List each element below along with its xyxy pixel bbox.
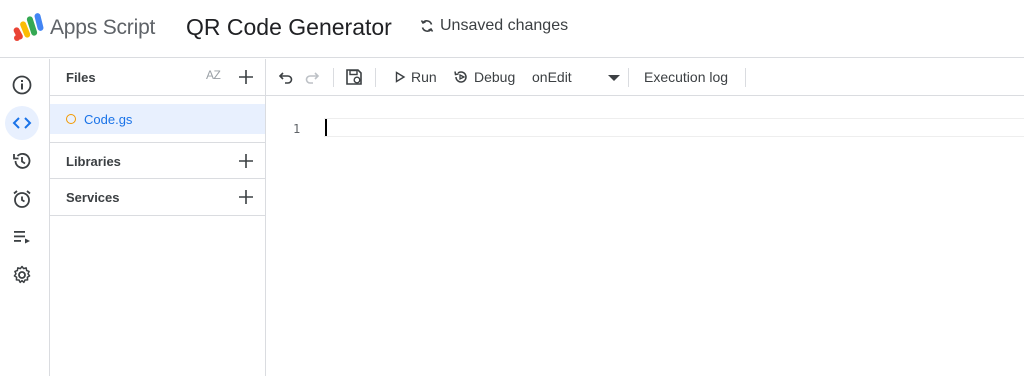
services-label: Services (66, 190, 120, 205)
unsaved-dot-icon (66, 114, 76, 124)
play-icon (395, 71, 406, 83)
rail-item-triggers[interactable] (5, 182, 39, 216)
add-library-button[interactable] (237, 152, 255, 170)
add-file-button[interactable] (237, 68, 255, 86)
save-status: Unsaved changes (420, 17, 568, 35)
redo-icon (305, 72, 320, 84)
libraries-row: Libraries (50, 142, 265, 179)
files-header: Files AZ (50, 59, 265, 96)
toolbar-divider (628, 68, 629, 87)
libraries-label: Libraries (66, 154, 121, 169)
debug-icon (454, 71, 467, 83)
code-icon (12, 117, 32, 129)
history-icon (13, 153, 31, 169)
save-button[interactable] (344, 67, 364, 87)
sync-icon (420, 20, 434, 32)
redo-button[interactable] (302, 67, 322, 87)
rail-item-history[interactable] (5, 144, 39, 178)
add-service-button[interactable] (237, 188, 255, 206)
toolbar-divider (333, 68, 334, 87)
project-title[interactable]: QR Code Generator (186, 14, 392, 41)
services-row: Services (50, 179, 265, 216)
editor-toolbar: Run Debug onEdit Execution log (266, 59, 1024, 96)
file-item-code-gs[interactable]: Code.gs (50, 104, 265, 134)
files-label: Files (66, 70, 96, 85)
files-panel: Files AZ Code.gs Libraries Services (50, 59, 266, 376)
undo-icon (278, 72, 293, 84)
executions-icon (14, 231, 30, 244)
app-name: Apps Script (50, 16, 156, 39)
selected-function: onEdit (532, 69, 572, 85)
toolbar-divider (745, 68, 746, 87)
run-label: Run (411, 69, 437, 85)
rail-item-settings[interactable] (5, 258, 39, 292)
text-cursor (325, 119, 327, 136)
function-select[interactable]: onEdit (532, 69, 620, 87)
current-line-highlight (324, 118, 1024, 137)
rail-item-overview[interactable] (5, 68, 39, 102)
dropdown-caret-icon (608, 75, 620, 81)
run-button[interactable]: Run (394, 69, 437, 85)
rail-item-editor[interactable] (5, 106, 39, 140)
info-icon (12, 75, 32, 95)
line-number: 1 (293, 122, 301, 136)
execution-log-button[interactable]: Execution log (644, 69, 728, 85)
code-editor[interactable]: 1 (266, 96, 1024, 376)
sort-az-icon: AZ (206, 68, 221, 82)
execution-log-label: Execution log (644, 69, 729, 85)
app-header: Apps Script QR Code Generator Unsaved ch… (0, 0, 1024, 58)
debug-label: Debug (474, 69, 516, 85)
alarm-icon (13, 190, 31, 208)
debug-button[interactable]: Debug (453, 69, 515, 85)
left-nav-rail (0, 59, 50, 376)
toolbar-divider (375, 68, 376, 87)
gear-icon (13, 265, 31, 284)
file-name: Code.gs (84, 112, 133, 127)
save-status-text: Unsaved changes (440, 17, 569, 34)
sort-files-button[interactable]: AZ (206, 68, 228, 86)
apps-script-logo[interactable] (12, 13, 46, 41)
undo-button[interactable] (276, 67, 296, 87)
rail-item-executions[interactable] (5, 220, 39, 254)
save-icon (346, 69, 362, 85)
